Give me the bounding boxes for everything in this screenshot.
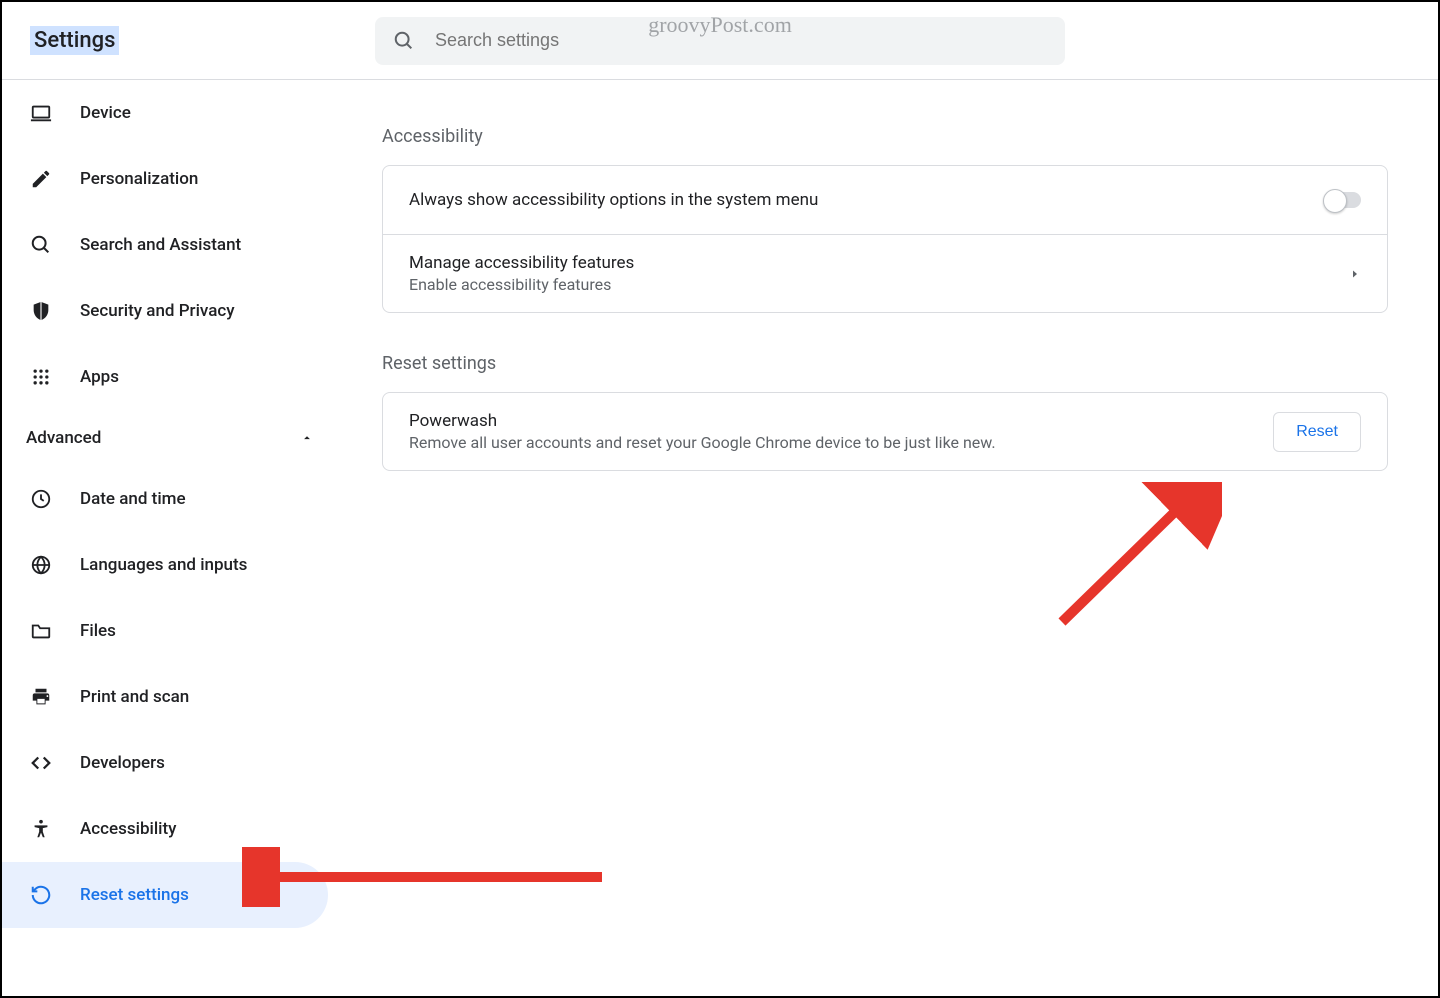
sidebar-item-personalization[interactable]: Personalization xyxy=(2,146,342,212)
sidebar-item-label: Security and Privacy xyxy=(80,301,235,321)
pencil-icon xyxy=(30,168,52,190)
manage-accessibility-row[interactable]: Manage accessibility features Enable acc… xyxy=(383,234,1387,312)
search-icon xyxy=(393,30,415,52)
sidebar-item-label: Languages and inputs xyxy=(80,555,247,575)
reset-icon xyxy=(30,884,52,906)
code-icon xyxy=(30,752,52,774)
sidebar-item-label: Reset settings xyxy=(80,885,189,905)
apps-icon xyxy=(30,366,52,388)
section-title-reset: Reset settings xyxy=(382,353,1388,374)
search-input[interactable] xyxy=(435,30,1047,51)
clock-icon xyxy=(30,488,52,510)
accessibility-card: Always show accessibility options in the… xyxy=(382,165,1388,313)
toggle-switch[interactable] xyxy=(1325,192,1361,208)
row-label: Always show accessibility options in the… xyxy=(409,190,1325,210)
sidebar-item-languages[interactable]: Languages and inputs xyxy=(2,532,342,598)
reset-card: Powerwash Remove all user accounts and r… xyxy=(382,392,1388,471)
sidebar-item-reset-settings[interactable]: Reset settings xyxy=(2,862,328,928)
row-label: Manage accessibility features xyxy=(409,253,1349,273)
sidebar-item-label: Developers xyxy=(80,753,165,773)
printer-icon xyxy=(30,686,52,708)
chevron-up-icon xyxy=(300,431,314,445)
sidebar-item-print-scan[interactable]: Print and scan xyxy=(2,664,342,730)
shield-icon xyxy=(30,300,52,322)
row-label: Powerwash xyxy=(409,411,1253,431)
sidebar-item-label: Date and time xyxy=(80,489,186,509)
sidebar-item-developers[interactable]: Developers xyxy=(2,730,342,796)
sidebar-item-label: Files xyxy=(80,621,116,641)
sidebar-item-apps[interactable]: Apps xyxy=(2,344,342,410)
sidebar-item-label: Device xyxy=(80,103,131,123)
sidebar-item-search-assistant[interactable]: Search and Assistant xyxy=(2,212,342,278)
folder-icon xyxy=(30,620,52,642)
search-icon xyxy=(30,234,52,256)
main-content: Accessibility Always show accessibility … xyxy=(342,80,1438,996)
accessibility-icon xyxy=(30,818,52,840)
sidebar-item-files[interactable]: Files xyxy=(2,598,342,664)
advanced-toggle[interactable]: Advanced xyxy=(2,410,342,466)
powerwash-row: Powerwash Remove all user accounts and r… xyxy=(383,393,1387,470)
accessibility-toggle-row[interactable]: Always show accessibility options in the… xyxy=(383,166,1387,234)
sidebar-item-label: Search and Assistant xyxy=(80,235,241,255)
sidebar-item-device[interactable]: Device xyxy=(2,80,342,146)
sidebar-item-label: Apps xyxy=(80,367,119,387)
advanced-label: Advanced xyxy=(26,428,101,448)
sidebar: Device Personalization Search and Assist… xyxy=(2,80,342,996)
row-sublabel: Enable accessibility features xyxy=(409,275,1349,294)
sidebar-item-date-time[interactable]: Date and time xyxy=(2,466,342,532)
chevron-right-icon xyxy=(1349,268,1361,280)
reset-button[interactable]: Reset xyxy=(1273,412,1361,452)
sidebar-item-label: Print and scan xyxy=(80,687,189,707)
sidebar-item-security-privacy[interactable]: Security and Privacy xyxy=(2,278,342,344)
header: Settings groovyPost.com xyxy=(2,2,1438,80)
search-box[interactable] xyxy=(375,17,1065,65)
globe-icon xyxy=(30,554,52,576)
section-title-accessibility: Accessibility xyxy=(382,126,1388,147)
laptop-icon xyxy=(30,102,52,124)
page-title: Settings xyxy=(30,26,119,55)
sidebar-item-label: Personalization xyxy=(80,169,198,189)
row-sublabel: Remove all user accounts and reset your … xyxy=(409,433,1253,452)
sidebar-item-accessibility[interactable]: Accessibility xyxy=(2,796,342,862)
sidebar-item-label: Accessibility xyxy=(80,819,177,839)
